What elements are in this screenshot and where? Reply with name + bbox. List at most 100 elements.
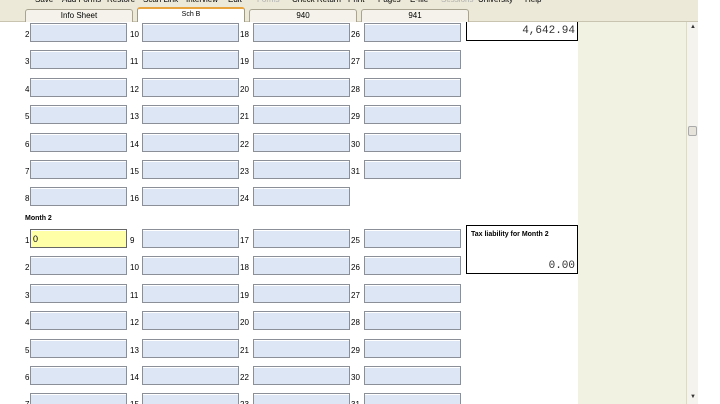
line-number: 7 [25, 400, 29, 404]
liability-input[interactable] [30, 23, 127, 42]
liability-input[interactable] [142, 229, 239, 248]
liability-input[interactable] [364, 132, 461, 152]
line-number: 2 [25, 30, 30, 39]
liability-input[interactable] [30, 366, 127, 385]
liability-input[interactable] [142, 132, 239, 152]
menu-item[interactable]: University [478, 0, 513, 4]
liability-input[interactable] [142, 50, 239, 70]
line-number: 16 [130, 194, 139, 204]
line-number: 13 [130, 112, 139, 122]
line-number: 27 [351, 57, 360, 67]
liability-input[interactable] [30, 311, 127, 331]
line-number: 18 [240, 30, 249, 39]
liability-input[interactable] [30, 50, 127, 70]
line-number: 11 [130, 290, 139, 300]
liability-input[interactable] [142, 283, 239, 303]
liability-input[interactable] [364, 160, 461, 179]
liability-input[interactable] [142, 187, 239, 207]
liability-input[interactable] [30, 393, 127, 404]
liability-input[interactable] [364, 338, 461, 358]
liability-input[interactable] [253, 160, 350, 179]
liability-input[interactable] [253, 256, 350, 276]
menu-item[interactable]: Check Return [292, 0, 341, 4]
window-edge [698, 0, 720, 404]
menu-item[interactable]: Forms [257, 0, 280, 4]
liability-input[interactable] [30, 132, 127, 152]
line-number: 25 [351, 236, 360, 245]
line-number: 14 [130, 139, 139, 149]
liability-input[interactable] [364, 105, 461, 125]
liability-input[interactable] [142, 256, 239, 276]
tab-941[interactable]: 941 [361, 9, 469, 22]
line-number: 10 [130, 30, 139, 39]
liability-input[interactable] [253, 393, 350, 404]
liability-input[interactable] [142, 366, 239, 385]
liability-input[interactable] [364, 256, 461, 276]
line-number: 19 [240, 57, 249, 67]
liability-input[interactable] [30, 283, 127, 303]
vertical-scrollbar[interactable]: ▲ ▼ [686, 22, 698, 404]
liability-input[interactable] [253, 23, 350, 42]
liability-input[interactable] [253, 338, 350, 358]
liability-input[interactable] [364, 366, 461, 385]
line-number: 5 [25, 112, 30, 122]
liability-input[interactable] [30, 160, 127, 179]
menu-item[interactable]: Help [525, 0, 541, 4]
menu-item[interactable]: Scan Link [143, 0, 178, 4]
liability-input[interactable] [142, 160, 239, 179]
scroll-up-arrow-icon[interactable]: ▲ [688, 22, 698, 32]
liability-input[interactable] [142, 105, 239, 125]
liability-input[interactable] [253, 187, 350, 207]
line-number: 15 [130, 167, 139, 176]
liability-input[interactable] [30, 187, 127, 207]
menu-item[interactable]: Edit [228, 0, 242, 4]
scroll-thumb[interactable] [688, 126, 697, 136]
line-number: 12 [130, 84, 139, 94]
liability-input[interactable] [253, 50, 350, 70]
liability-input[interactable] [253, 311, 350, 331]
menu-item[interactable]: Sessions [441, 0, 473, 4]
menu-item[interactable]: Save [35, 0, 53, 4]
liability-input[interactable] [253, 132, 350, 152]
liability-input[interactable] [253, 229, 350, 248]
liability-input[interactable] [364, 23, 461, 42]
liability-input[interactable] [253, 366, 350, 385]
liability-input[interactable] [364, 393, 461, 404]
menu-item[interactable]: Interview [186, 0, 218, 4]
liability-input[interactable] [142, 311, 239, 331]
liability-input[interactable] [30, 105, 127, 125]
liability-input[interactable] [364, 229, 461, 248]
liability-input[interactable] [30, 256, 127, 276]
scroll-down-arrow-icon[interactable]: ▼ [688, 392, 698, 402]
menu-item[interactable]: Print [348, 0, 364, 4]
tab-sch-b[interactable]: Sch B [137, 7, 245, 23]
liability-input-active[interactable] [30, 229, 127, 248]
liability-input[interactable] [142, 77, 239, 97]
liability-input[interactable] [364, 50, 461, 70]
liability-input[interactable] [30, 338, 127, 358]
line-number: 23 [240, 400, 249, 404]
liability-input[interactable] [30, 77, 127, 97]
tab-info-sheet[interactable]: Info Sheet [25, 9, 133, 22]
liability-input[interactable] [253, 283, 350, 303]
menu-item[interactable]: Restore [107, 0, 135, 4]
line-number: 31 [351, 400, 360, 404]
liability-input[interactable] [364, 283, 461, 303]
menu-item[interactable]: E-file [410, 0, 428, 4]
liability-input[interactable] [142, 393, 239, 404]
line-number: 26 [351, 263, 360, 273]
line-number: 4 [25, 84, 30, 94]
line-number: 21 [240, 345, 249, 355]
tab-940[interactable]: 940 [249, 9, 357, 22]
liability-input[interactable] [364, 77, 461, 97]
tab-bar: Info Sheet Sch B 940 941 [0, 5, 698, 23]
menu-item[interactable]: Add Forms [62, 0, 101, 4]
menu-item[interactable]: Pages [378, 0, 401, 4]
liability-input[interactable] [364, 311, 461, 331]
line-number: 5 [25, 345, 30, 355]
month-2-total-label: Tax liability for Month 2 [471, 231, 549, 238]
liability-input[interactable] [142, 23, 239, 42]
liability-input[interactable] [253, 77, 350, 97]
liability-input[interactable] [253, 105, 350, 125]
liability-input[interactable] [142, 338, 239, 358]
